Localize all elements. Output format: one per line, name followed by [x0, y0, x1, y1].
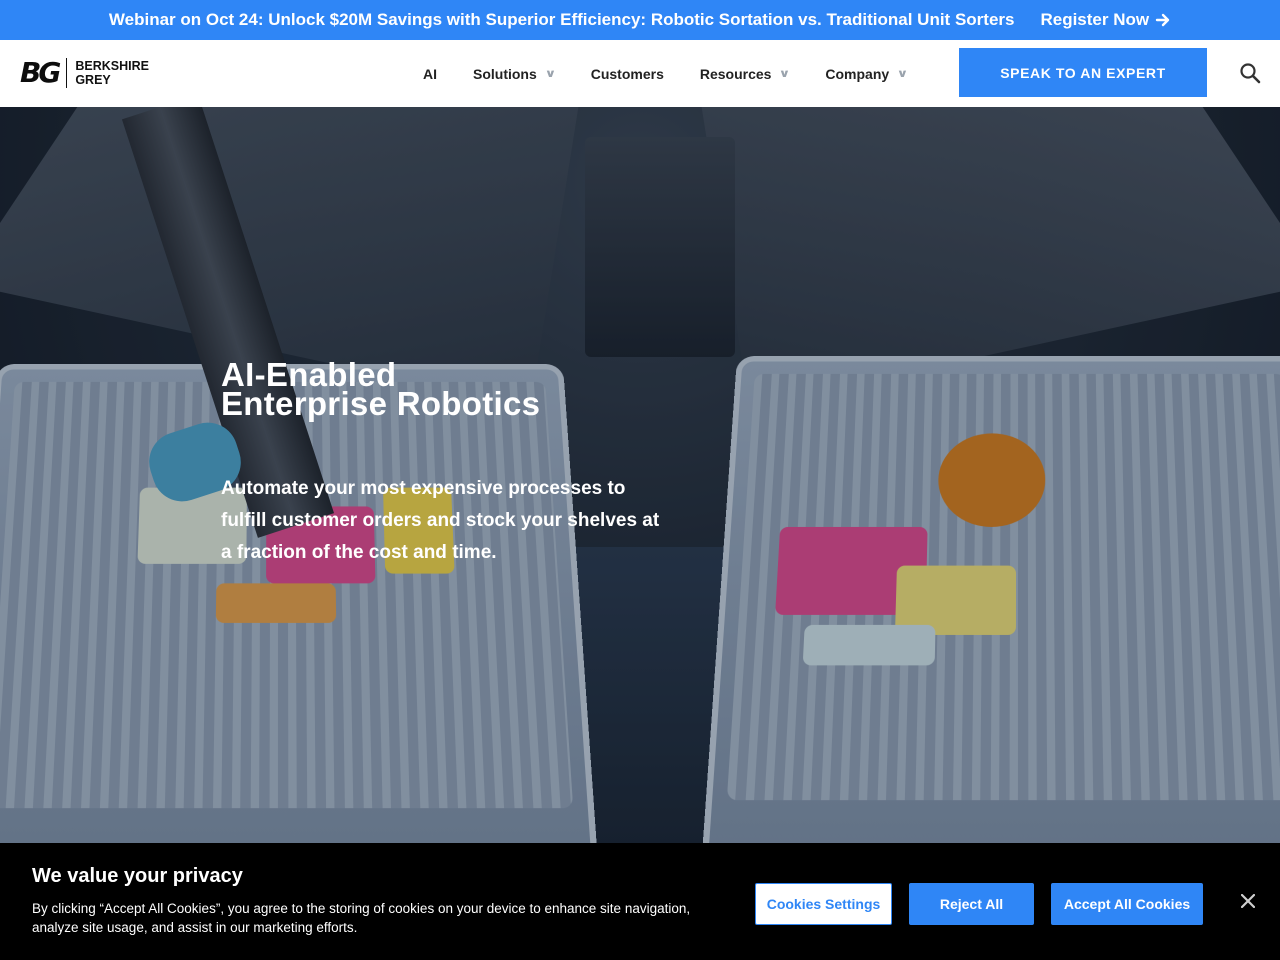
chevron-down-icon: ∨ — [897, 67, 909, 80]
nav-item-ai[interactable]: AI — [405, 40, 455, 107]
announcement-bar: Webinar on Oct 24: Unlock $20M Savings w… — [0, 0, 1280, 40]
chevron-down-icon: ∨ — [779, 67, 791, 80]
site-header: BG BERKSHIRE GREY AI Solutions ∨ Custome… — [0, 40, 1280, 107]
accept-all-cookies-button[interactable]: Accept All Cookies — [1051, 883, 1203, 925]
cookie-banner-text: By clicking “Accept All Cookies”, you ag… — [32, 899, 692, 937]
nav-item-label: Resources — [700, 66, 772, 82]
register-now-label: Register Now — [1040, 10, 1149, 30]
reject-all-button[interactable]: Reject All — [909, 883, 1034, 925]
arrow-right-icon — [1155, 12, 1171, 28]
logo-line-1: BERKSHIRE — [75, 59, 149, 73]
speak-to-expert-button[interactable]: SPEAK TO AN EXPERT — [959, 48, 1207, 97]
main-nav: AI Solutions ∨ Customers Resources ∨ Com… — [405, 40, 925, 107]
nav-item-solutions[interactable]: Solutions ∨ — [455, 40, 573, 107]
cookie-banner-title: We value your privacy — [32, 865, 243, 888]
logo-wordmark: BERKSHIRE GREY — [75, 59, 149, 87]
hero-section: AI-Enabled Enterprise Robotics Automate … — [0, 107, 1280, 843]
nav-item-company[interactable]: Company ∨ — [807, 40, 925, 107]
nav-item-label: Company — [825, 66, 889, 82]
register-now-link[interactable]: Register Now — [1040, 10, 1171, 30]
cookies-settings-button[interactable]: Cookies Settings — [755, 883, 892, 925]
announcement-text: Webinar on Oct 24: Unlock $20M Savings w… — [109, 10, 1015, 30]
hero-title-line-2: Enterprise Robotics — [221, 389, 540, 418]
berkshire-grey-logo[interactable]: BG BERKSHIRE GREY — [20, 58, 149, 88]
logo-line-2: GREY — [75, 73, 149, 87]
nav-item-customers[interactable]: Customers — [573, 40, 682, 107]
hero-title: AI-Enabled Enterprise Robotics — [221, 360, 540, 418]
logo-divider — [66, 58, 67, 88]
nav-item-label: Customers — [591, 66, 664, 82]
hero-subtitle: Automate your most expensive processes t… — [221, 473, 661, 569]
close-icon[interactable] — [1236, 889, 1260, 913]
nav-item-resources[interactable]: Resources ∨ — [682, 40, 808, 107]
logo-mark: BG — [20, 58, 58, 88]
chevron-down-icon: ∨ — [544, 67, 556, 80]
cookie-banner: We value your privacy By clicking “Accep… — [0, 843, 1280, 960]
nav-item-label: Solutions — [473, 66, 537, 82]
search-icon[interactable] — [1238, 61, 1262, 85]
nav-item-label: AI — [423, 66, 437, 82]
